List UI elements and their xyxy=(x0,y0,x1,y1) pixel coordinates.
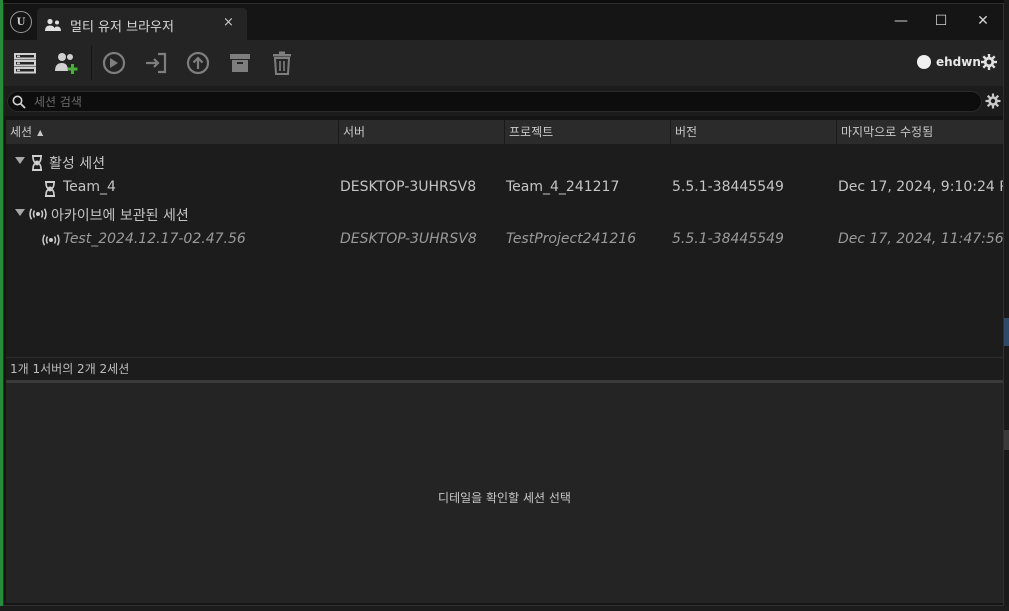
user-indicator[interactable]: ehdwn xyxy=(917,55,981,69)
multi-user-browser-window: U 멀티 유저 브라우저 × — ☐ ✕ ehdwn 세션 검색 세션 ▲ 서버… xyxy=(3,3,1004,606)
column-header-version[interactable]: 버전 xyxy=(671,120,837,144)
user-status-dot xyxy=(917,55,931,69)
archived-session-icon xyxy=(42,234,60,246)
gear-icon xyxy=(981,54,997,70)
toolbar: ehdwn xyxy=(4,40,1003,86)
archived-session-icon xyxy=(29,208,47,220)
cell-session: Test_2024.12.17-02.47.56 xyxy=(63,231,246,247)
unreal-logo-icon[interactable]: U xyxy=(10,11,32,33)
group-row-archived-sessions[interactable]: 아카이브에 보관된 세션 xyxy=(6,201,1003,227)
expand-arrow-icon[interactable] xyxy=(15,157,25,164)
user-name: ehdwn xyxy=(936,55,981,69)
server-list-icon xyxy=(14,53,36,74)
table-row[interactable]: Team_4 DESKTOP-3UHRSV8 Team_4_241217 5.5… xyxy=(6,175,1003,201)
delete-session-button[interactable] xyxy=(268,49,296,77)
cell-version: 5.5.1-38445549 xyxy=(672,179,784,195)
column-label: 세션 xyxy=(10,125,33,139)
sort-ascending-icon: ▲ xyxy=(37,128,44,137)
group-row-active-sessions[interactable]: 활성 세션 xyxy=(6,149,1003,175)
settings-button[interactable] xyxy=(980,53,998,71)
cell-project: TestProject241216 xyxy=(506,231,637,247)
search-bar-row xyxy=(4,86,1003,116)
expand-arrow-icon[interactable] xyxy=(15,209,25,216)
users-icon xyxy=(45,17,61,31)
cell-server: DESKTOP-3UHRSV8 xyxy=(340,179,477,195)
cell-session: Team_4 xyxy=(63,179,116,195)
active-session-icon xyxy=(32,155,42,171)
toolbar-separator xyxy=(91,46,92,80)
details-panel: 디테일을 확인할 세션 선택 xyxy=(6,383,1003,603)
delete-icon xyxy=(273,51,291,75)
tab-title: 멀티 유저 브라우저 xyxy=(70,20,174,35)
cell-version: 5.5.1-38445549 xyxy=(672,231,784,247)
join-icon xyxy=(146,52,167,74)
search-icon xyxy=(12,95,26,109)
add-user-button[interactable] xyxy=(53,49,81,77)
session-table: 세션 ▲ 서버 프로젝트 버전 마지막으로 수정됨 활성 세션 Team_4 DE… xyxy=(6,120,1003,357)
column-header-last-modified[interactable]: 마지막으로 수정됨 xyxy=(837,120,1003,144)
cell-project: Team_4_241217 xyxy=(506,179,620,195)
launch-icon xyxy=(102,51,126,75)
search-options-gear-icon[interactable] xyxy=(985,93,1001,109)
cell-last-modified: Dec 17, 2024, 9:10:24 PM xyxy=(838,179,1003,195)
desktop-background-bottom xyxy=(0,606,1009,611)
column-label: 서버 xyxy=(343,125,366,139)
group-label: 활성 세션 xyxy=(49,156,105,172)
status-bar: 1개 1서버의 2개 2세션 xyxy=(6,357,1003,380)
maximize-button[interactable]: ☐ xyxy=(929,10,953,32)
desktop-background-right xyxy=(1004,0,1009,611)
title-bar: U 멀티 유저 브라우저 × — ☐ ✕ xyxy=(4,4,1003,40)
add-user-icon xyxy=(55,53,78,74)
tab-close-button[interactable]: × xyxy=(223,15,234,30)
cell-server: DESKTOP-3UHRSV8 xyxy=(340,231,477,247)
server-list-button[interactable] xyxy=(11,49,39,77)
column-label: 버전 xyxy=(675,125,698,139)
table-row[interactable]: Test_2024.12.17-02.47.56 DESKTOP-3UHRSV8… xyxy=(6,227,1003,253)
details-hint-text: 디테일을 확인할 세션 선택 xyxy=(438,491,571,505)
close-window-button[interactable]: ✕ xyxy=(971,10,995,32)
minimize-button[interactable]: — xyxy=(889,10,913,32)
search-box xyxy=(7,91,982,112)
search-input[interactable] xyxy=(34,92,934,111)
cell-last-modified: Dec 17, 2024, 11:47:56 AM xyxy=(838,231,1003,247)
archive-icon xyxy=(230,54,250,72)
column-header-session[interactable]: 세션 ▲ xyxy=(6,120,339,144)
tab-multi-user-browser[interactable]: 멀티 유저 브라우저 × xyxy=(37,8,247,40)
group-label: 아카이브에 보관된 세션 xyxy=(51,208,189,224)
column-header-project[interactable]: 프로젝트 xyxy=(505,120,671,144)
launch-session-button[interactable] xyxy=(100,49,128,77)
archive-session-button[interactable] xyxy=(226,49,254,77)
column-label: 마지막으로 수정됨 xyxy=(841,125,934,139)
active-session-icon xyxy=(45,181,55,197)
restore-session-button[interactable] xyxy=(184,49,212,77)
join-session-button[interactable] xyxy=(142,49,170,77)
column-header-server[interactable]: 서버 xyxy=(339,120,505,144)
upload-icon xyxy=(186,51,210,75)
table-header: 세션 ▲ 서버 프로젝트 버전 마지막으로 수정됨 xyxy=(6,120,1003,144)
column-label: 프로젝트 xyxy=(509,125,554,139)
